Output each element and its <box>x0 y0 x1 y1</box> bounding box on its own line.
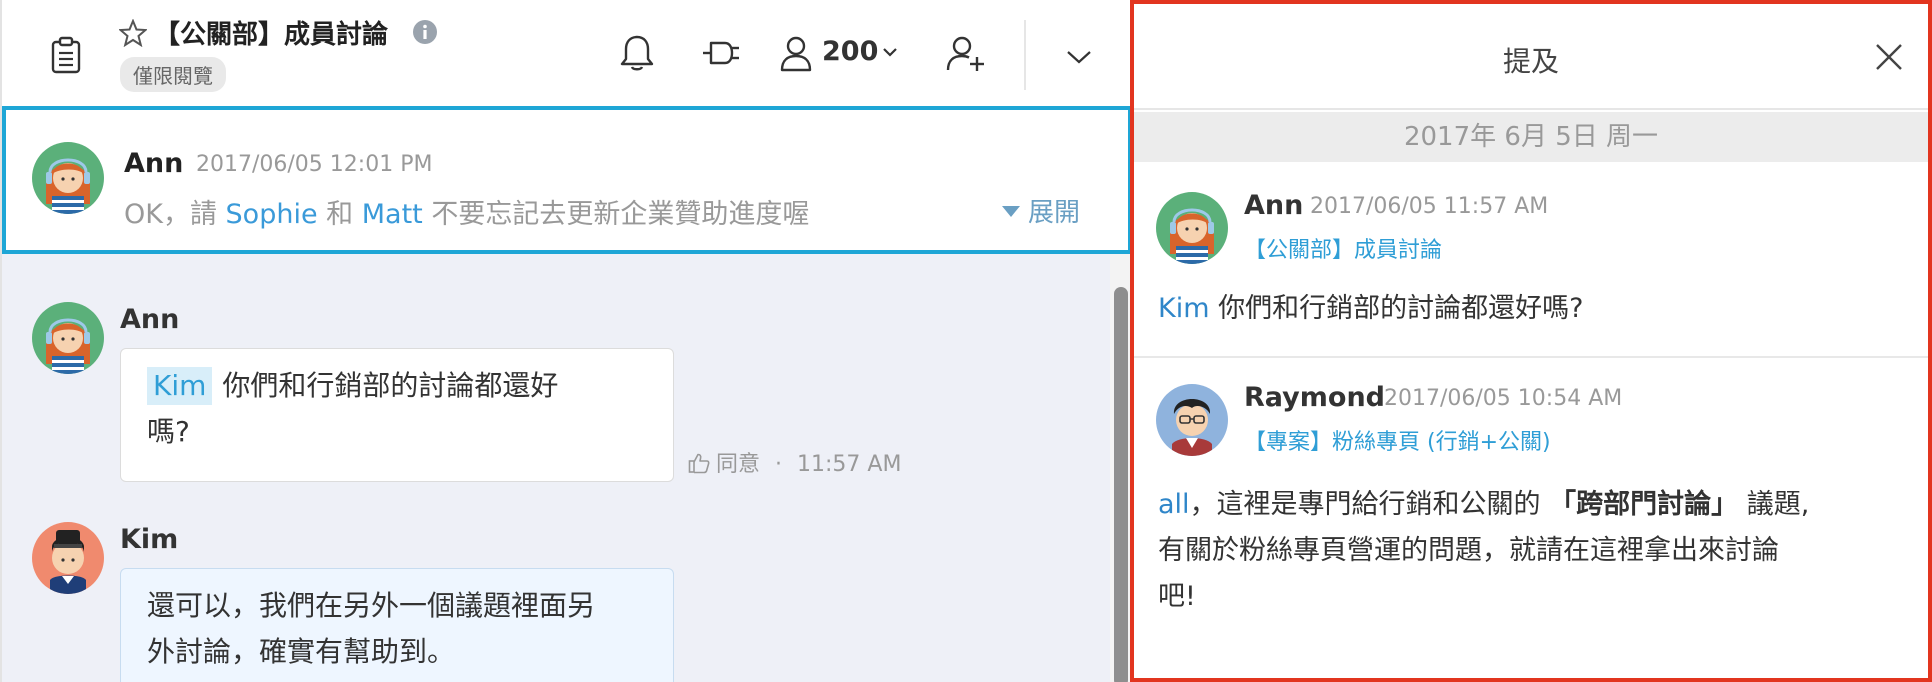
message-sender[interactable]: Kim <box>120 524 178 555</box>
chat-pane: 【公關部】成員討論 僅限閱覽 200 Ann 2017/06/05 12:01 … <box>0 0 1132 682</box>
person-icon[interactable] <box>779 34 813 72</box>
mention-kim[interactable]: Kim <box>1158 293 1210 324</box>
pinned-text-part: OK，請 <box>124 199 226 230</box>
clipboard-icon[interactable] <box>50 36 82 74</box>
mention-matt[interactable]: Matt <box>362 199 423 230</box>
pinned-timestamp: 2017/06/05 12:01 PM <box>196 152 433 177</box>
chat-header: 【公關部】成員討論 僅限閱覽 200 <box>2 0 1130 106</box>
mention-channel-link[interactable]: 【專案】粉絲專頁 (行銷+公關) <box>1244 424 1551 456</box>
message-text: 你們和行銷部的討論都還好 <box>222 369 559 402</box>
mentions-panel: 提及 2017年 6月 5日 周一 Ann 2017/06/05 11:57 A… <box>1130 0 1932 682</box>
message-text: 外討論，確實有幫助到。 <box>147 635 456 668</box>
header-divider <box>1024 20 1026 90</box>
scrollbar[interactable] <box>1110 254 1132 682</box>
add-user-icon[interactable] <box>946 34 986 72</box>
message-text: 嗎? <box>147 415 190 448</box>
mention-text-part: 議題, <box>1738 489 1810 520</box>
avatar[interactable] <box>32 302 104 374</box>
readonly-badge: 僅限閱覽 <box>120 57 226 92</box>
mention-text: Kim 你們和行銷部的討論都還好嗎? <box>1158 286 1898 332</box>
date-separator: 2017年 6月 5日 周一 <box>1134 112 1928 162</box>
avatar[interactable] <box>32 142 104 214</box>
expand-label: 展開 <box>1028 198 1081 228</box>
message-time: 11:57 AM <box>797 452 902 477</box>
pinned-message[interactable]: Ann 2017/06/05 12:01 PM OK，請 Sophie 和 Ma… <box>2 106 1132 254</box>
message-bubble[interactable]: Kim 你們和行銷部的討論都還好 嗎? <box>120 348 674 482</box>
pinned-text-part: 和 <box>317 199 362 230</box>
avatar[interactable] <box>32 522 104 594</box>
chevron-down-icon[interactable] <box>882 46 898 58</box>
caret-down-icon <box>1002 206 1020 217</box>
scrollbar-thumb[interactable] <box>1114 287 1128 682</box>
agree-button[interactable]: 同意 <box>716 452 760 477</box>
mention-text-part: ，這裡是專門給行銷和公關的 <box>1189 489 1550 520</box>
message-list[interactable]: Ann Kim 你們和行銷部的討論都還好 嗎? 同意 · 11:57 AM Ki… <box>2 254 1110 682</box>
member-count[interactable]: 200 <box>822 36 878 67</box>
plug-icon[interactable] <box>699 38 741 68</box>
close-icon[interactable] <box>1874 42 1904 72</box>
star-icon[interactable] <box>119 19 147 47</box>
group-title: 【公關部】成員討論 <box>154 20 389 50</box>
mention-kim[interactable]: Kim <box>147 367 213 405</box>
message-text: 還可以，我們在另外一個議題裡面另 <box>147 589 596 622</box>
mention-sender[interactable]: Raymond <box>1244 382 1385 413</box>
mention-text: all，這裡是專門給行銷和公關的 「跨部門討論」 議題, 有關於粉絲專頁營運的問題… <box>1158 482 1898 620</box>
panel-title: 提及 <box>1502 45 1559 78</box>
panel-header: 提及 <box>1134 4 1928 110</box>
mention-sender[interactable]: Ann <box>1244 190 1303 221</box>
pinned-text-part: 不要忘記去更新企業贊助進度喔 <box>422 199 810 230</box>
expand-button[interactable]: 展開 <box>1002 192 1080 229</box>
mention-item[interactable]: Raymond 2017/06/05 10:54 AM 【專案】粉絲專頁 (行銷… <box>1134 358 1928 678</box>
bell-icon[interactable] <box>619 34 655 72</box>
mention-text-part: 吧! <box>1158 581 1196 612</box>
message-bubble[interactable]: 還可以，我們在另外一個議題裡面另 外討論，確實有幫助到。 <box>120 568 674 682</box>
pinned-text: OK，請 Sophie 和 Matt 不要忘記去更新企業贊助進度喔 <box>124 192 809 231</box>
message-meta: 同意 · 11:57 AM <box>688 446 901 478</box>
mention-timestamp: 2017/06/05 11:57 AM <box>1310 194 1549 219</box>
pinned-sender[interactable]: Ann <box>124 148 183 179</box>
mention-emphasis: 「跨部門討論」 <box>1549 489 1739 520</box>
mention-channel-link[interactable]: 【公關部】成員討論 <box>1244 232 1442 264</box>
avatar[interactable] <box>1156 192 1228 264</box>
meta-separator: · <box>775 452 783 477</box>
mention-timestamp: 2017/06/05 10:54 AM <box>1384 386 1623 411</box>
mention-all[interactable]: all <box>1158 489 1190 520</box>
avatar[interactable] <box>1156 384 1228 456</box>
chevron-down-icon[interactable] <box>1065 48 1093 66</box>
thumbs-up-icon[interactable] <box>688 452 710 474</box>
info-icon[interactable] <box>412 19 438 45</box>
mention-text-part: 你們和行銷部的討論都還好嗎? <box>1209 293 1584 324</box>
message-sender[interactable]: Ann <box>120 304 179 335</box>
mention-item[interactable]: Ann 2017/06/05 11:57 AM 【公關部】成員討論 Kim 你們… <box>1134 162 1928 356</box>
mention-sophie[interactable]: Sophie <box>226 199 318 230</box>
mention-text-part: 有關於粉絲專頁營運的問題，就請在這裡拿出來討論 <box>1158 535 1779 566</box>
